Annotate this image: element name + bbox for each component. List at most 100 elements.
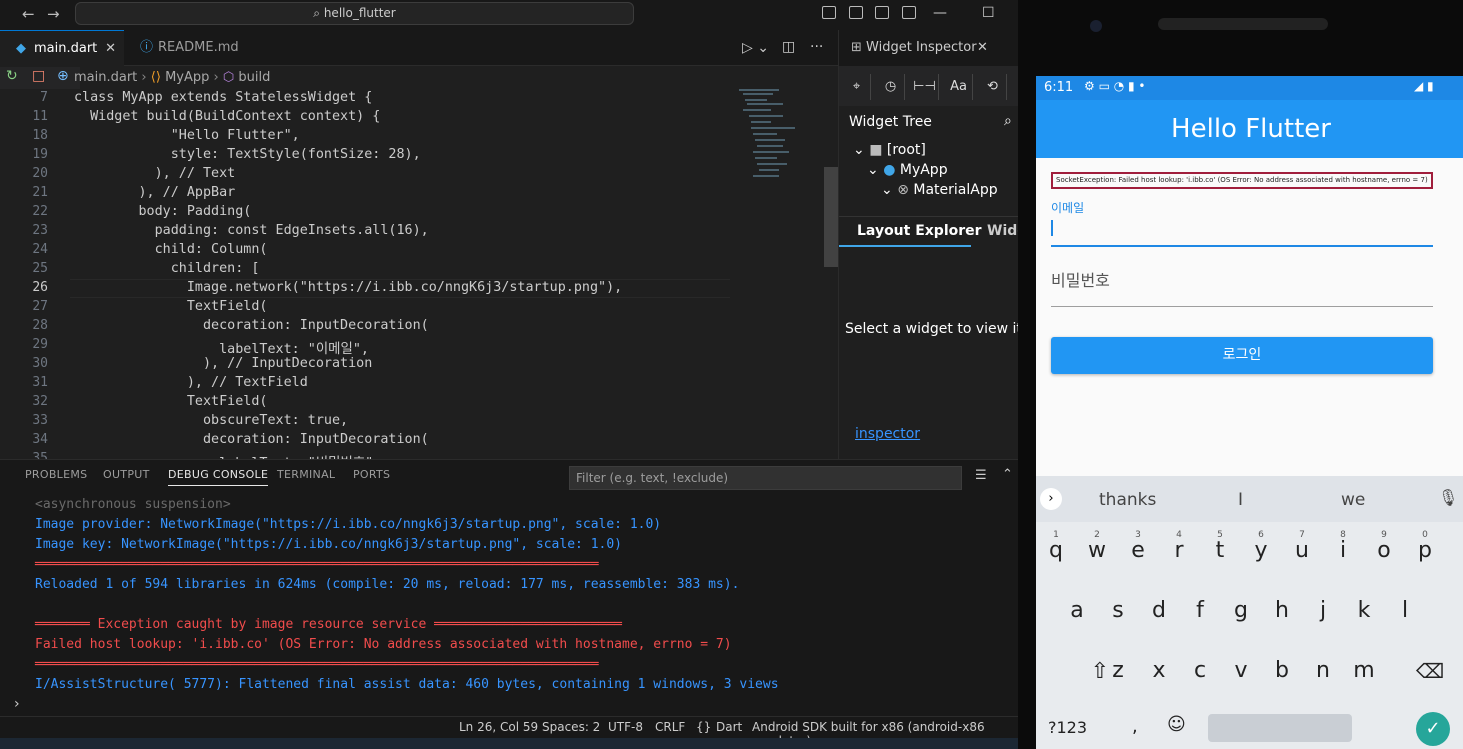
key-j[interactable]: j [1305, 598, 1341, 623]
guidelines-icon[interactable]: ⊢⊣ [911, 74, 939, 100]
key-f[interactable]: f [1182, 598, 1218, 623]
key-e[interactable]: 3e [1120, 530, 1156, 563]
tab-readme[interactable]: ⓘ README.md [124, 30, 254, 66]
toggle-panel-icon[interactable] [849, 6, 863, 19]
tab-problems[interactable]: PROBLEMS [25, 468, 87, 481]
split-editor-icon[interactable]: ◫ [782, 39, 795, 55]
password-field[interactable]: 비밀번호 [1051, 267, 1110, 291]
search-icon[interactable]: ⌕ [1004, 113, 1012, 129]
tree-node-root[interactable]: ⌄ ■ [root] [853, 142, 926, 158]
key-q[interactable]: 1q [1038, 530, 1074, 563]
line-ending[interactable]: CRLF [655, 720, 685, 734]
key-v[interactable]: v [1223, 658, 1259, 683]
command-center-search[interactable]: ⌕ hello_flutter [75, 2, 634, 25]
indentation[interactable]: Spaces: 2 [542, 720, 600, 734]
tab-main-dart[interactable]: ◆ main.dart ✕ [0, 30, 124, 66]
key-w[interactable]: 2w [1079, 530, 1115, 563]
breadcrumb-class[interactable]: MyApp [165, 70, 209, 85]
console-filter-input[interactable]: Filter (e.g. text, !exclude) [569, 466, 962, 490]
restart-icon[interactable]: ↻ [6, 68, 18, 84]
back-arrow-icon[interactable]: ← [22, 5, 35, 23]
suggestion-2[interactable]: I [1238, 490, 1243, 510]
key-m[interactable]: m [1346, 658, 1382, 683]
tree-node-myapp[interactable]: ⌄ ● MyApp [867, 162, 948, 178]
microphone-icon[interactable]: 🎙 [1438, 488, 1458, 507]
console-line: Failed host lookup: 'i.ibb.co' (OS Error… [35, 637, 732, 652]
code-editor[interactable]: 7 class MyApp extends StatelessWidget {11… [0, 89, 838, 459]
chevron-right-icon[interactable]: › [1040, 488, 1062, 510]
toggle-sidebar-icon[interactable] [822, 6, 836, 19]
key-u[interactable]: 7u [1284, 530, 1320, 563]
tab-terminal[interactable]: TERMINAL [277, 468, 335, 481]
forward-arrow-icon[interactable]: → [47, 5, 60, 23]
inspector-link[interactable]: inspector [855, 426, 920, 442]
key-n[interactable]: n [1305, 658, 1341, 683]
key-label: p [1418, 538, 1432, 563]
run-icon[interactable]: ▷ ⌄ [742, 40, 769, 56]
baselines-icon[interactable]: Aa [945, 74, 973, 100]
key-i[interactable]: 8i [1325, 530, 1361, 563]
shift-key[interactable]: ⇧ [1082, 659, 1118, 684]
key-label: t [1215, 538, 1225, 563]
enter-check-key[interactable]: ✓ [1416, 712, 1450, 746]
key-h[interactable]: h [1264, 598, 1300, 623]
editor-scrollbar[interactable] [824, 167, 838, 267]
widget-inspector-panel: ⊞ Widget Inspector ✕ ⌖ ◷ ⊢⊣ Aa ⟲ Widget … [838, 30, 1046, 459]
stop-icon[interactable]: □ [32, 68, 45, 84]
tab-output[interactable]: OUTPUT [103, 468, 150, 481]
close-icon[interactable]: ✕ [977, 30, 988, 66]
key-l[interactable]: l [1387, 598, 1423, 623]
key-g[interactable]: g [1223, 598, 1259, 623]
encoding[interactable]: UTF-8 [608, 720, 643, 734]
key-x[interactable]: x [1141, 658, 1177, 683]
cursor-position[interactable]: Ln 26, Col 59 [459, 720, 538, 734]
email-field[interactable] [1051, 245, 1433, 247]
key-t[interactable]: 5t [1202, 530, 1238, 563]
tab-ports[interactable]: PORTS [353, 468, 390, 481]
key-y[interactable]: 6y [1243, 530, 1279, 563]
key-label: s [1112, 598, 1124, 623]
space-bar[interactable] [1208, 714, 1352, 742]
minimap[interactable] [735, 89, 825, 199]
console-prompt-icon[interactable]: › [14, 696, 20, 712]
key-d[interactable]: d [1141, 598, 1177, 623]
key-b[interactable]: b [1264, 658, 1300, 683]
emoji-key[interactable]: ☺ [1167, 714, 1186, 735]
repaint-icon[interactable]: ⟲ [979, 74, 1007, 100]
more-actions-icon[interactable]: ··· [810, 39, 823, 55]
toggle-secondary-sidebar-icon[interactable] [875, 6, 889, 19]
breadcrumb-method[interactable]: build [238, 70, 270, 85]
inspect-widget-icon[interactable]: ⊕ [57, 68, 69, 84]
language-mode[interactable]: Dart [716, 720, 742, 734]
chevron-up-icon[interactable]: ⌃ [1002, 467, 1013, 482]
key-k[interactable]: k [1346, 598, 1382, 623]
maximize-icon[interactable]: ☐ [982, 5, 995, 21]
suggestion-1[interactable]: thanks [1099, 490, 1156, 510]
key-o[interactable]: 9o [1366, 530, 1402, 563]
os-taskbar [0, 738, 1018, 749]
android-status-bar: 6:11 ⚙ ▭ ◔ ▮ • ◢ ▮ [1036, 76, 1463, 100]
customize-layout-icon[interactable] [902, 6, 916, 19]
tab-layout-explorer[interactable]: Layout Explorer [857, 223, 982, 239]
minimize-icon[interactable]: — [933, 5, 947, 21]
key-label: g [1234, 598, 1248, 623]
key-s[interactable]: s [1100, 598, 1136, 623]
tab-label: README.md [158, 40, 239, 55]
key-a[interactable]: a [1059, 598, 1095, 623]
key-p[interactable]: 0p [1407, 530, 1443, 563]
key-r[interactable]: 4r [1161, 530, 1197, 563]
symbols-key[interactable]: ?123 [1048, 718, 1087, 737]
close-icon[interactable]: ✕ [105, 31, 116, 67]
comma-key[interactable]: , [1132, 716, 1138, 737]
breadcrumb-file[interactable]: main.dart [74, 70, 137, 85]
login-button[interactable]: 로그인 [1051, 337, 1433, 374]
tree-node-materialapp[interactable]: ⌄ ⊗ MaterialApp [881, 182, 998, 198]
select-widget-icon[interactable]: ⌖ [843, 74, 871, 100]
tab-debug-console[interactable]: DEBUG CONSOLE [168, 468, 269, 486]
backspace-key[interactable]: ⌫ [1412, 659, 1448, 683]
performance-icon[interactable]: ◷ [877, 74, 905, 100]
clear-console-icon[interactable]: ☰ [975, 468, 987, 483]
key-c[interactable]: c [1182, 658, 1218, 683]
code-line: ), // Text [74, 166, 236, 181]
suggestion-3[interactable]: we [1341, 490, 1365, 510]
